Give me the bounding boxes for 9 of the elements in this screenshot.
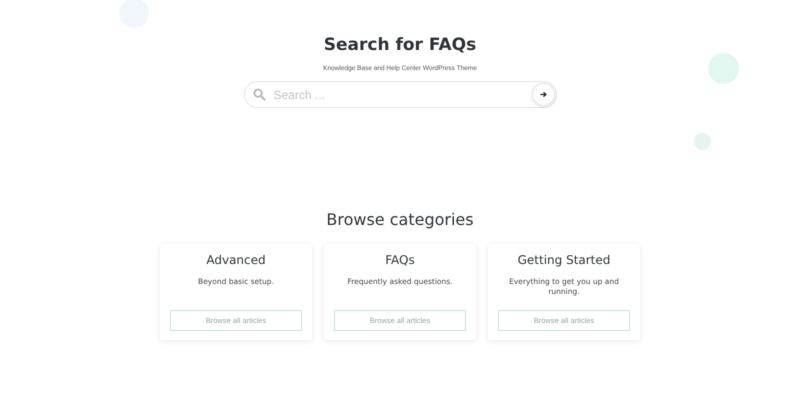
card-title: Getting Started [518,252,610,268]
page-title: Search for FAQs [324,35,476,55]
section-heading: Browse categories [326,210,474,230]
card-title: Advanced [206,252,266,268]
search-field[interactable]: Search ... [244,81,556,108]
arrow-right-icon [540,91,546,98]
card-title: FAQs [385,252,415,268]
decorative-circle [694,133,711,150]
decorative-circle [708,53,739,84]
